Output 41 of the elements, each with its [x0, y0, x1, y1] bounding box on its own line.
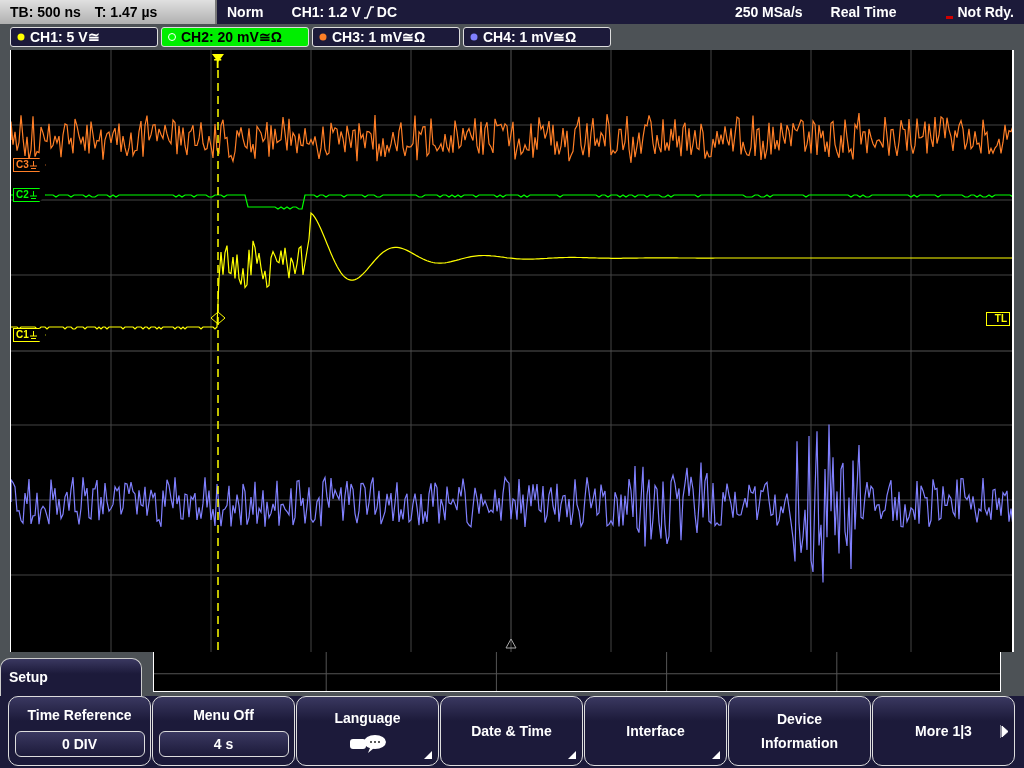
- corner-triangle-icon: [424, 751, 432, 759]
- menu-button[interactable]: Device Information: [728, 696, 871, 766]
- sample-rate: 250 MSa/s: [734, 4, 803, 20]
- acquisition-mode: Real Time: [830, 4, 897, 20]
- trigger-mode: Norm: [227, 4, 264, 20]
- corner-triangle-icon: [568, 751, 576, 759]
- rising-edge-icon: [363, 5, 374, 19]
- menu-button[interactable]: Language: [296, 696, 439, 766]
- ground-icon: [29, 331, 37, 339]
- channel-tab[interactable]: CH1: 5 V≅: [10, 27, 158, 47]
- value-field: 0 DIV: [14, 731, 145, 757]
- trigger-level-marker[interactable]: TL: [985, 312, 1010, 326]
- menu-title: Setup: [0, 658, 142, 696]
- speech-bubbles-icon: [347, 734, 388, 754]
- channel-tab[interactable]: CH4: 1 mV≅Ω: [463, 27, 611, 47]
- trigger-time-readout: T: 1.47 µs: [94, 4, 158, 20]
- menu-button[interactable]: Interface: [584, 696, 727, 766]
- trigger-source: CH1: 1.2 V: [291, 4, 361, 20]
- trigger-coupling: DC: [376, 4, 398, 20]
- timebase-readout: TB: 500 ns: [10, 4, 81, 20]
- channel-tab[interactable]: CH3: 1 mV≅Ω: [312, 27, 460, 47]
- center-marker-icon: [505, 638, 517, 649]
- channel-marker[interactable]: C3: [13, 158, 46, 172]
- menu-button[interactable]: Menu Off 4 s: [152, 696, 295, 766]
- menu-button[interactable]: Date & Time: [440, 696, 583, 766]
- marker-label: C3: [16, 159, 29, 171]
- ground-icon: [29, 191, 37, 199]
- marker-label: C2: [16, 189, 29, 201]
- menu-button[interactable]: Time Reference 0 DIV: [8, 696, 151, 766]
- corner-triangle-icon: [712, 751, 720, 759]
- value-field: 4 s: [158, 731, 289, 757]
- channel-marker[interactable]: C1: [13, 328, 46, 342]
- channel-marker[interactable]: C2: [13, 188, 46, 202]
- next-arrow-icon: [1000, 725, 1008, 738]
- marker-label: C1: [16, 329, 29, 341]
- ground-icon: [29, 161, 37, 169]
- trigger-level-diamond: [210, 311, 226, 325]
- status-readout: Not Rdy.: [957, 4, 1014, 20]
- channel-tab[interactable]: CH2: 20 mV≅Ω: [161, 27, 309, 47]
- status-indicator-icon: [946, 15, 954, 19]
- menu-button[interactable]: More 1|3: [872, 696, 1015, 766]
